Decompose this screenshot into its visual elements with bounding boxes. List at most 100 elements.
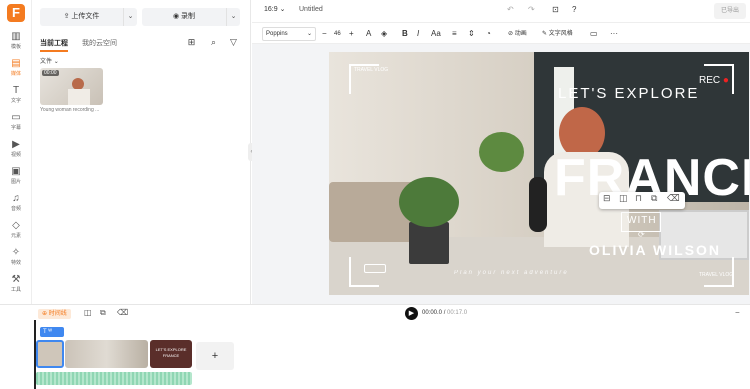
more-icon[interactable]: ···	[610, 24, 618, 44]
search-icon[interactable]: ⌕	[206, 35, 221, 50]
rail-item-label: 图片	[10, 179, 21, 185]
music-icon: ♫	[12, 193, 20, 204]
headline-text[interactable]: LET'S EXPLORE	[558, 85, 699, 102]
rail-item-label: 元素	[10, 233, 21, 239]
rail-item-label: 字幕	[10, 125, 21, 131]
chevron-down-icon[interactable]: ⌄	[226, 8, 240, 26]
element-toolbar: ⊟ ◫ ⊓ ⧉ ⌫	[599, 192, 685, 209]
motion-button[interactable]: ⊘ 动画	[508, 24, 527, 44]
zoom-out-icon[interactable]: −	[735, 308, 740, 317]
video-clip-2[interactable]	[65, 340, 148, 368]
filter-icon[interactable]: ▽	[226, 35, 241, 50]
corner-label-top: TRAVEL VLOG	[354, 67, 389, 73]
rail-item-text[interactable]: T 文字	[0, 84, 32, 110]
effects-icon: ✧	[11, 247, 21, 258]
video-icon: ▶	[12, 139, 20, 150]
new-folder-icon[interactable]: ⊞	[184, 35, 199, 50]
battery-icon	[364, 264, 386, 273]
project-title[interactable]: Untitled	[299, 0, 323, 20]
screenshot-icon[interactable]: ⊡	[552, 0, 559, 20]
layout-icon: ▥	[11, 31, 21, 42]
plant-pot	[409, 222, 449, 264]
rec-label: REC ●	[699, 75, 729, 86]
element-icon: ◇	[12, 220, 20, 231]
upload-button[interactable]: ⇪ 上传文件 ⌄	[40, 8, 137, 26]
audio-clip[interactable]	[36, 372, 192, 385]
video-canvas[interactable]: TRAVEL VLOG REC ● LET'S EXPLORE FRANCE W…	[329, 52, 749, 295]
rail-item-label: 文字	[10, 98, 21, 104]
video-clip-1[interactable]	[36, 340, 64, 368]
rail-item-media[interactable]: ▤ 媒体	[0, 57, 32, 83]
aspect-ratio-select[interactable]: 16:9 ⌄	[264, 0, 285, 20]
with-text[interactable]: WITH	[627, 215, 657, 226]
time-readout: 00:00.0 / 00:17.0	[422, 310, 468, 316]
rail-item-label: 特效	[10, 260, 21, 266]
align-icon[interactable]: ≡	[452, 24, 457, 44]
font-select[interactable]: Poppins ⌄	[262, 27, 316, 41]
chevron-down-icon: ⌄	[306, 31, 312, 37]
script-text[interactable]: Plan your next adventure	[454, 270, 569, 276]
rotate-icon[interactable]: ⟳	[638, 230, 645, 239]
app-logo: F	[7, 4, 25, 22]
trash-icon[interactable]: ⌫	[117, 308, 128, 317]
text-color-icon[interactable]: A	[366, 24, 371, 44]
microphone	[529, 177, 547, 232]
delete-icon[interactable]: ⌫	[667, 193, 680, 204]
add-clip-button[interactable]: +	[196, 342, 234, 370]
size-decrease-button[interactable]: −	[322, 24, 327, 44]
rail-item-layout[interactable]: ▥ 模板	[0, 30, 32, 56]
rail-item-tools[interactable]: ⚒ 工具	[0, 273, 32, 299]
media-icon: ▤	[11, 58, 21, 69]
rail-item-label: 视频	[10, 152, 21, 158]
redo-icon[interactable]: ↷	[528, 0, 535, 20]
folder-dropdown[interactable]: 文件 ⌄	[40, 56, 59, 65]
undo-icon[interactable]: ↶	[507, 0, 514, 20]
rail-item-element[interactable]: ◇ 元素	[0, 219, 32, 245]
font-size-value[interactable]: 46	[334, 24, 341, 44]
text-icon: T	[12, 85, 20, 96]
italic-icon[interactable]: I	[417, 24, 419, 44]
timeline-mode-button[interactable]: ⊕ 时间线	[38, 309, 71, 319]
highlight-icon[interactable]: ◈	[381, 24, 387, 44]
split-icon[interactable]: ◫	[84, 308, 92, 317]
name-text[interactable]: OLIVIA WILSON	[589, 242, 721, 258]
text-track-clip[interactable]: T ᵂ	[40, 327, 64, 337]
comment-icon[interactable]: ▭	[590, 24, 598, 44]
record-button[interactable]: ◉ 录制 ⌄	[142, 8, 240, 26]
plant-right	[479, 132, 524, 172]
export-button[interactable]: 已导出	[714, 3, 746, 19]
rail-item-subtitle[interactable]: ▭ 字幕	[0, 111, 32, 137]
copy-icon[interactable]: ⧉	[100, 308, 106, 318]
align-icon[interactable]: ⊟	[603, 193, 611, 204]
tab-cloud-space[interactable]: 我的云空间	[82, 38, 117, 48]
rail-item-image[interactable]: ▣ 图片	[0, 165, 32, 191]
rec-dot-icon: ●	[720, 75, 729, 86]
media-panel: ⇪ 上传文件 ⌄ ◉ 录制 ⌄ 当前工程 我的云空间 ⊞ ⌕ ▽ 文件 ⌄ 00…	[32, 0, 251, 304]
spacing-icon[interactable]: ⇕	[468, 24, 475, 44]
play-button[interactable]: ▶	[405, 307, 418, 320]
layers-icon[interactable]: ◫	[619, 193, 628, 204]
layer-style-icon[interactable]: ◔	[486, 24, 491, 44]
size-increase-button[interactable]: +	[349, 24, 354, 44]
plant-leaves	[399, 177, 459, 227]
rail-item-label: 模板	[10, 44, 21, 50]
case-icon[interactable]: Aa	[431, 24, 441, 44]
rail-item-effects[interactable]: ✧ 特效	[0, 246, 32, 272]
tab-current-project[interactable]: 当前工程	[40, 38, 68, 52]
media-thumbnail[interactable]: 00:00	[40, 68, 103, 105]
corner-label-bottom: TRAVEL VLOG	[699, 272, 734, 278]
lock-icon[interactable]: ⊓	[635, 193, 642, 204]
text-style-button[interactable]: ✎ 文字风格	[542, 24, 573, 44]
thumb-body	[68, 89, 90, 105]
bold-icon[interactable]: B	[402, 24, 408, 44]
rail-item-label: 媒体	[10, 71, 21, 77]
chevron-down-icon[interactable]: ⌄	[123, 8, 137, 26]
tools-icon: ⚒	[11, 274, 21, 285]
top-toolbar: 16:9 ⌄ Untitled ↶ ↷ ⊡ ? 已导出	[252, 0, 750, 23]
rail-item-music[interactable]: ♫ 音频	[0, 192, 32, 218]
duplicate-icon[interactable]: ⧉	[651, 193, 657, 204]
help-icon[interactable]: ?	[572, 0, 576, 20]
rail-item-label: 工具	[10, 287, 21, 293]
rail-item-video[interactable]: ▶ 视频	[0, 138, 32, 164]
video-clip-3[interactable]: LET'S EXPLORE FRANCE	[150, 340, 192, 368]
